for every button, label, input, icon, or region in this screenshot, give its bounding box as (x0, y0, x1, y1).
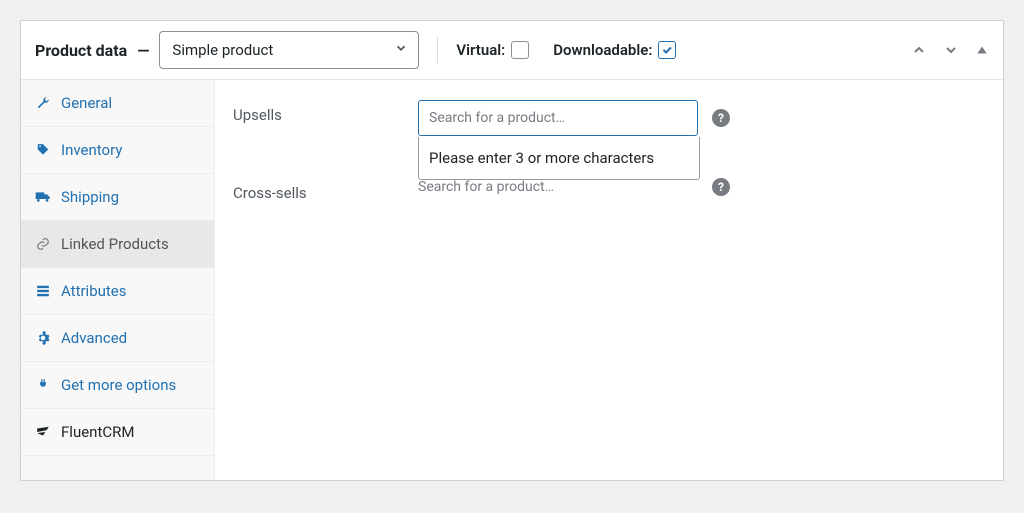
upsells-field: Upsells Search for a product… Please ent… (233, 100, 993, 136)
virtual-checkbox[interactable] (511, 41, 529, 59)
tab-label: General (61, 94, 112, 112)
crosssells-search-input[interactable]: Search for a product… (418, 179, 698, 195)
virtual-label: Virtual: (456, 41, 505, 59)
wrench-icon (35, 96, 51, 110)
help-icon[interactable]: ? (712, 109, 730, 127)
title-dash: — (137, 41, 149, 60)
product-data-panel: Product data — Simple product Virtual: D… (20, 20, 1004, 481)
virtual-option: Virtual: (456, 41, 529, 59)
tab-advanced[interactable]: Advanced (21, 315, 214, 362)
tab-inventory[interactable]: Inventory (21, 127, 214, 174)
tab-get-more-options[interactable]: Get more options (21, 362, 214, 409)
panel-actions (911, 42, 989, 58)
downloadable-option: Downloadable: (553, 41, 676, 59)
tab-label: Linked Products (61, 235, 169, 253)
tab-linked-products[interactable]: Linked Products (21, 221, 214, 268)
gear-icon (35, 331, 51, 345)
chevron-down-icon (394, 41, 408, 59)
downloadable-checkbox[interactable] (658, 41, 676, 59)
upsells-label: Upsells (233, 100, 418, 124)
panel-title: Product data (35, 41, 127, 60)
linked-products-content: Upsells Search for a product… Please ent… (215, 80, 1003, 480)
product-tabs-sidebar: General Inventory Shipping Linked Produc… (21, 80, 215, 480)
tab-attributes[interactable]: Attributes (21, 268, 214, 315)
panel-header: Product data — Simple product Virtual: D… (21, 21, 1003, 80)
tag-icon (35, 143, 51, 157)
list-icon (35, 284, 51, 298)
tab-label: Attributes (61, 282, 127, 300)
product-type-select[interactable]: Simple product (159, 31, 419, 69)
tab-label: Get more options (61, 376, 176, 394)
tab-label: Inventory (61, 141, 122, 159)
fluent-icon (35, 425, 51, 439)
upsells-dropdown: Please enter 3 or more characters (418, 137, 700, 180)
upsells-placeholder: Search for a product… (429, 110, 565, 126)
plug-icon (35, 378, 51, 392)
move-down-icon[interactable] (943, 42, 959, 58)
tab-fluentcrm[interactable]: FluentCRM (21, 409, 214, 456)
tab-label: Shipping (61, 188, 119, 206)
crosssells-field: Cross-sells Search for a product… ? (233, 178, 993, 202)
downloadable-label: Downloadable: (553, 41, 652, 59)
crosssells-label: Cross-sells (233, 178, 418, 202)
collapse-icon[interactable] (975, 43, 989, 57)
tab-shipping[interactable]: Shipping (21, 174, 214, 221)
move-up-icon[interactable] (911, 42, 927, 58)
panel-body: General Inventory Shipping Linked Produc… (21, 80, 1003, 480)
upsells-search-input[interactable]: Search for a product… Please enter 3 or … (418, 100, 698, 136)
dropdown-message: Please enter 3 or more characters (429, 149, 654, 167)
tab-label: Advanced (61, 329, 127, 347)
help-icon[interactable]: ? (712, 178, 730, 196)
tab-label: FluentCRM (61, 423, 134, 441)
product-type-value: Simple product (172, 41, 273, 59)
tab-general[interactable]: General (21, 80, 214, 127)
header-divider (437, 37, 438, 63)
link-icon (35, 237, 51, 251)
crosssells-placeholder: Search for a product… (418, 179, 554, 195)
truck-icon (35, 190, 51, 204)
